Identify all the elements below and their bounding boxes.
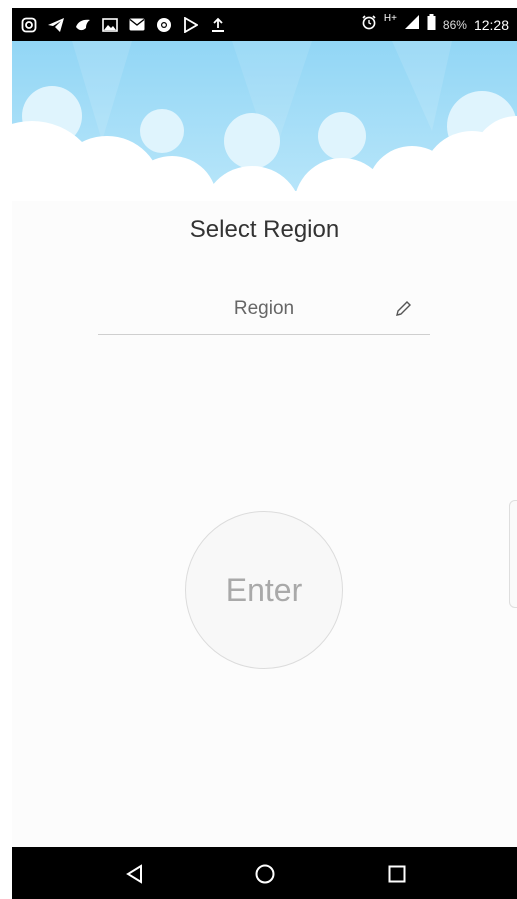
battery-icon: [427, 14, 436, 35]
image-icon: [101, 16, 119, 34]
region-value[interactable]: Region: [98, 298, 430, 320]
bird-app-icon: [74, 16, 92, 34]
play-icon: [182, 16, 200, 34]
upload-icon: [209, 16, 227, 34]
alarm-icon: [361, 14, 377, 35]
notification-icons: [20, 8, 227, 41]
recents-square-icon: [387, 864, 407, 889]
network-type: H+: [383, 13, 397, 24]
sky-header-illustration: [12, 41, 517, 266]
signal-icon: [404, 14, 420, 35]
mail-icon: [128, 16, 146, 34]
status-bar: H+ 86% 12:28: [12, 8, 517, 41]
home-circle-icon: [254, 863, 276, 890]
home-button[interactable]: [250, 861, 280, 891]
chrome-icon: [155, 16, 173, 34]
page-title: Select Region: [189, 216, 340, 243]
app-screen: H+ 86% 12:28 Select Region Region Enter: [12, 8, 517, 899]
battery-percent: 86%: [442, 17, 467, 32]
side-drawer-handle[interactable]: [509, 500, 517, 608]
instagram-icon: [20, 16, 38, 34]
navigation-bar: [12, 847, 517, 899]
back-button[interactable]: [120, 861, 150, 891]
system-status: H+ 86% 12:28: [361, 8, 509, 41]
recents-button[interactable]: [382, 861, 412, 891]
back-triangle-icon: [124, 863, 146, 890]
pencil-icon[interactable]: [392, 298, 414, 320]
region-field[interactable]: Region: [98, 290, 430, 335]
telegram-icon: [47, 16, 65, 34]
clock: 12:28: [473, 16, 509, 33]
enter-button[interactable]: Enter: [185, 511, 343, 669]
